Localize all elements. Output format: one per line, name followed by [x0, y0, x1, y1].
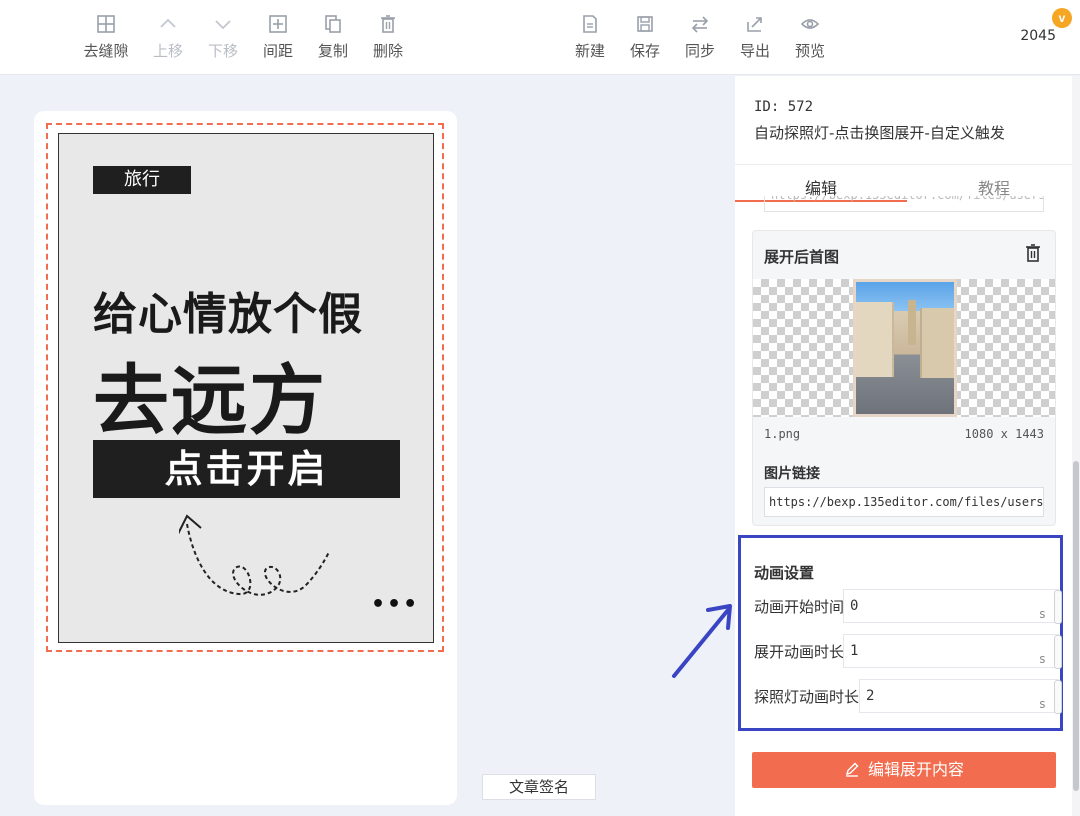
poster-more-dots: •••: [371, 592, 420, 617]
properties-panel: ID: 572 自动探照灯-点击换图展开-自定义触发 编辑 教程 https:/…: [735, 76, 1080, 816]
preview-button[interactable]: 预览: [780, 14, 840, 61]
expanded-image-card: 展开后首图 1.png 1080 x 1443 图片链接 https://bex…: [752, 230, 1056, 526]
save-label: 保存: [629, 42, 660, 60]
expand-duration-label: 展开动画时长: [754, 643, 845, 661]
copy-button[interactable]: 复制: [303, 14, 363, 61]
clipped-url-text: https://bexp.135editor.com/files/users/: [771, 196, 1043, 202]
image-link-label: 图片链接: [764, 466, 820, 482]
expand-duration-input[interactable]: 1 s: [843, 634, 1062, 669]
article-signature-button[interactable]: 文章签名: [482, 774, 596, 800]
image-link-input[interactable]: https://bexp.135editor.com/files/users/C: [764, 487, 1044, 517]
sync-button[interactable]: 同步: [670, 14, 730, 61]
image-file-name: 1.png: [764, 427, 801, 441]
remove-gap-button[interactable]: 去缝隙: [76, 14, 136, 61]
eye-icon: [800, 19, 820, 29]
animation-start-time-stepper[interactable]: [1054, 590, 1062, 624]
animation-settings-box: 动画设置 动画开始时间 0 s 展开动画时长 1 s 探照灯动画时长 2 s: [738, 535, 1063, 731]
editor-canvas: 旅行 给心情放个假 去远方 点击开启 •••: [34, 111, 457, 805]
sync-label: 同步: [684, 42, 715, 60]
vip-badge-icon[interactable]: v: [1052, 8, 1072, 28]
animation-start-time-unit: s: [1038, 607, 1046, 621]
trash-icon[interactable]: [1023, 243, 1043, 263]
panel-scrollbar[interactable]: [1072, 76, 1080, 816]
expand-duration-row: 展开动画时长 1 s: [754, 634, 1062, 669]
trash-icon: [381, 15, 395, 33]
pencil-icon: [845, 762, 859, 777]
expanded-image-title: 展开后首图: [764, 248, 840, 266]
template-id: ID: 572: [754, 99, 814, 115]
new-file-icon: [583, 15, 597, 33]
new-label: 新建: [574, 42, 605, 60]
export-label: 导出: [739, 42, 770, 60]
top-toolbar: 去缝隙 上移 下移 间距 复制 删除 新建 保存 同步 导出 预览 2045 v: [0, 0, 1080, 75]
delete-button[interactable]: 删除: [358, 14, 418, 61]
template-title: 自动探照灯-点击换图展开-自定义触发: [754, 124, 1005, 142]
panel-scrollbar-thumb[interactable]: [1073, 461, 1079, 791]
selected-block-frame[interactable]: 旅行 给心情放个假 去远方 点击开启 •••: [46, 123, 444, 652]
expand-duration-stepper[interactable]: [1054, 635, 1062, 669]
dashed-loop-arrow-icon: [179, 514, 330, 596]
remove-gap-label: 去缝隙: [83, 42, 129, 60]
delete-label: 删除: [372, 42, 403, 60]
spotlight-duration-input[interactable]: 2 s: [859, 679, 1062, 714]
spacing-button[interactable]: 间距: [248, 14, 308, 61]
poster-cta-button[interactable]: 点击开启: [93, 440, 400, 498]
street-photo-thumbnail: [853, 279, 957, 417]
sync-icon: [691, 16, 709, 33]
poster-tag: 旅行: [93, 166, 191, 194]
photo-building-left: [856, 302, 894, 377]
save-button[interactable]: 保存: [615, 14, 675, 61]
export-button[interactable]: 导出: [725, 14, 785, 61]
preview-label: 预览: [794, 42, 825, 60]
animation-start-time-label: 动画开始时间: [754, 598, 845, 616]
image-dimensions: 1080 x 1443: [964, 427, 1044, 441]
new-button[interactable]: 新建: [560, 14, 620, 61]
poster-headline-1: 给心情放个假: [93, 289, 363, 340]
clipped-url-input[interactable]: https://bexp.135editor.com/files/users/: [764, 196, 1044, 212]
callout-arrow-icon: [672, 604, 732, 678]
travel-poster[interactable]: 旅行 给心情放个假 去远方 点击开启 •••: [58, 133, 434, 643]
spotlight-duration-label: 探照灯动画时长: [754, 688, 860, 706]
spotlight-duration-value: 2: [866, 688, 875, 704]
spotlight-duration-unit: s: [1038, 697, 1046, 711]
animation-settings-title: 动画设置: [754, 564, 815, 582]
animation-start-time-value: 0: [850, 598, 859, 614]
expand-duration-unit: s: [1038, 652, 1046, 666]
export-icon: [747, 17, 762, 32]
chevron-down-icon: [215, 20, 231, 30]
move-down-label: 下移: [207, 42, 238, 60]
image-preview-area[interactable]: [753, 279, 1055, 417]
user-count[interactable]: 2045: [1020, 28, 1056, 44]
copy-icon: [325, 15, 341, 33]
spacing-icon: [269, 15, 287, 33]
spacing-label: 间距: [262, 42, 293, 60]
poster-headline-2: 去远方: [93, 356, 327, 445]
move-up-button[interactable]: 上移: [138, 14, 198, 61]
move-down-button[interactable]: 下移: [193, 14, 253, 61]
animation-start-time-input[interactable]: 0 s: [843, 589, 1062, 624]
grid-plus-icon: [97, 15, 115, 33]
animation-start-time-row: 动画开始时间 0 s: [754, 589, 1062, 624]
edit-expanded-content-button[interactable]: 编辑展开内容: [752, 752, 1056, 788]
expand-duration-value: 1: [850, 643, 859, 659]
copy-label: 复制: [317, 42, 348, 60]
chevron-up-icon: [160, 18, 176, 28]
photo-tower: [908, 300, 916, 345]
photo-building-right: [920, 308, 954, 378]
spotlight-duration-row: 探照灯动画时长 2 s: [754, 679, 1062, 714]
move-up-label: 上移: [152, 42, 183, 60]
edit-expanded-content-label: 编辑展开内容: [867, 760, 964, 779]
spotlight-duration-stepper[interactable]: [1054, 680, 1062, 714]
save-icon: [637, 16, 653, 32]
